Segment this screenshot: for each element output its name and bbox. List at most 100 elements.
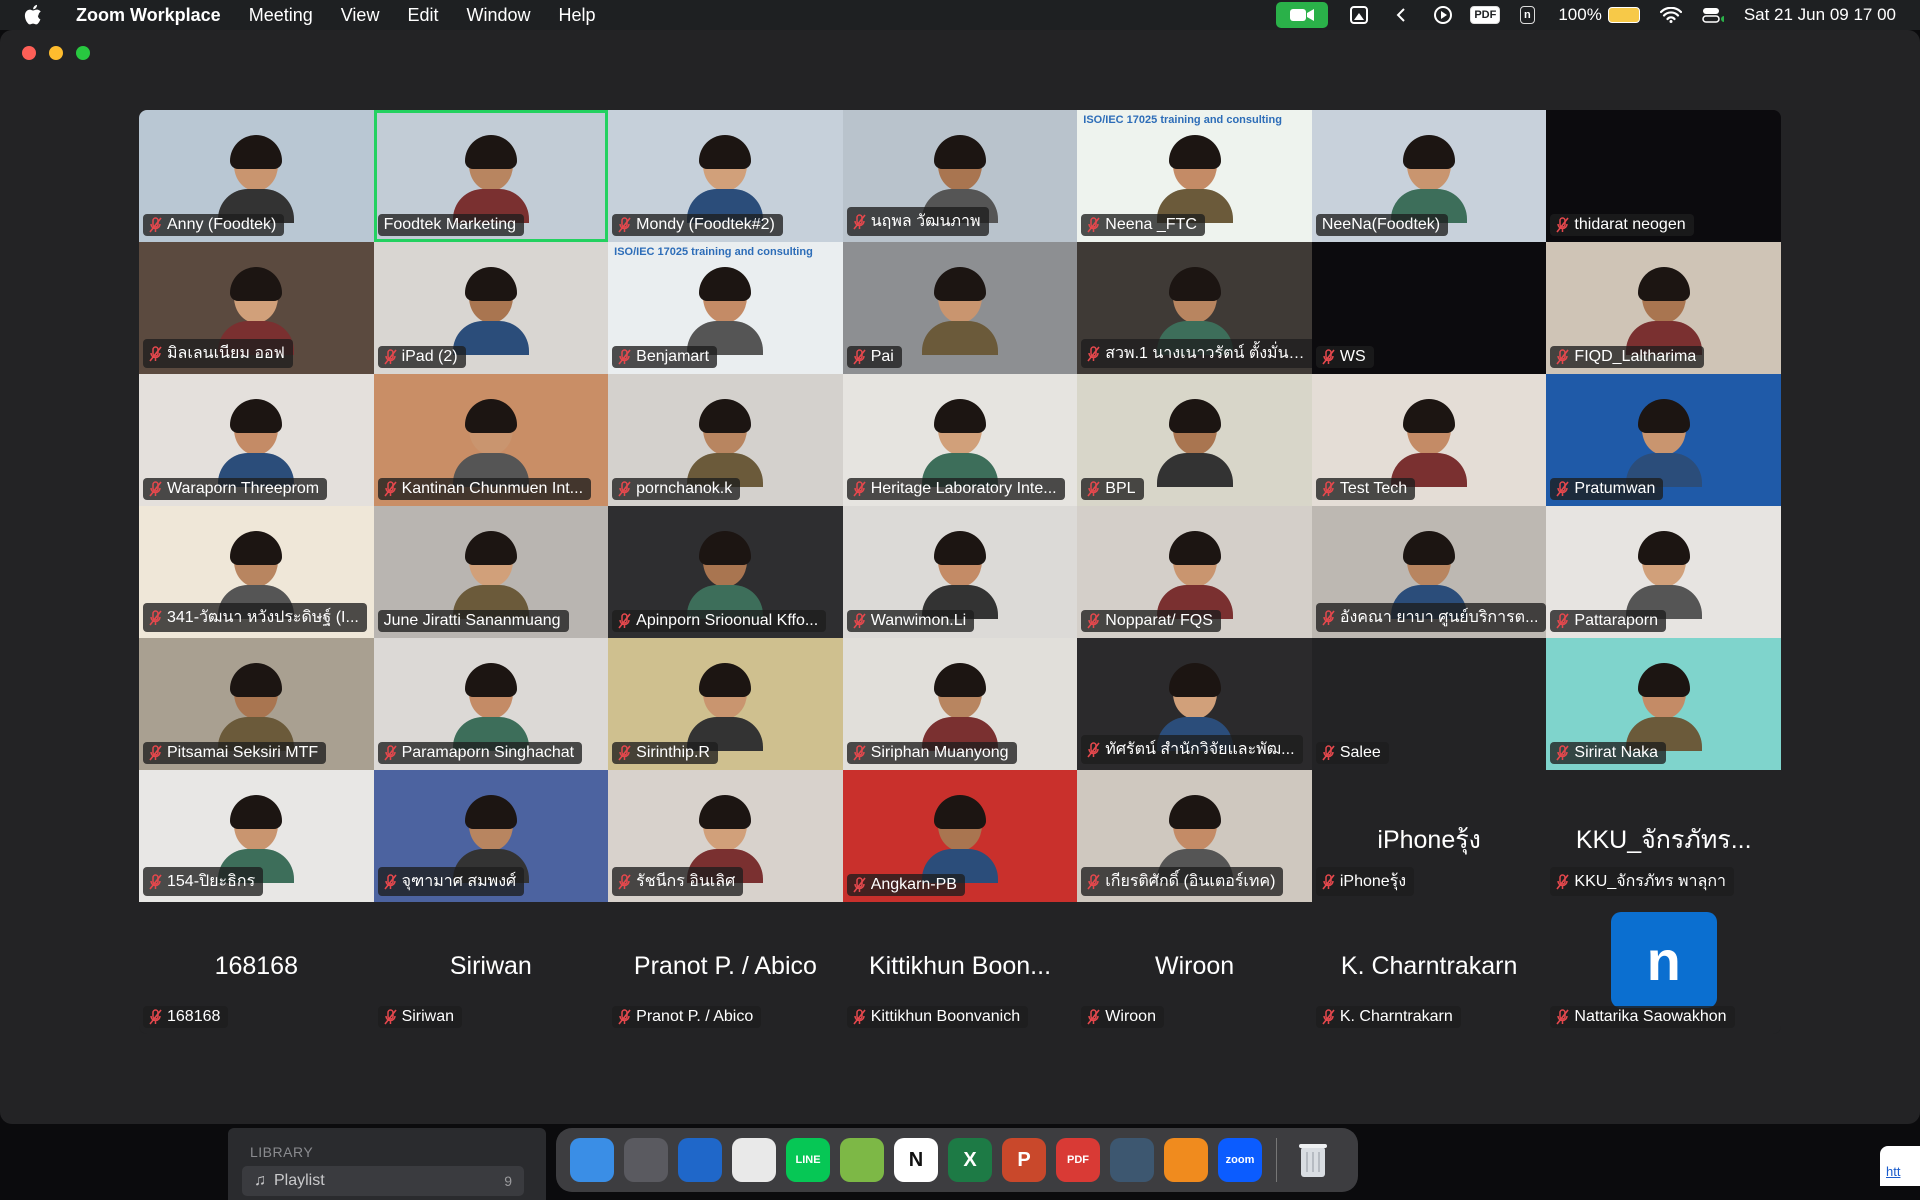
participant-tile[interactable]: เกียรติศักดิ์ (อินเตอร์เทค) <box>1077 770 1312 902</box>
participant-tile[interactable]: จุฑามาศ สมพงศ์ <box>373 770 609 902</box>
participant-tile[interactable]: Foodtek Marketing <box>373 110 609 242</box>
participant-tile[interactable]: K. Charntrakarn K. Charntrakarn <box>1311 902 1547 1034</box>
participant-tile[interactable]: รัชนีกร อินเลิศ <box>608 770 843 902</box>
thunderbird-icon[interactable] <box>678 1138 722 1182</box>
notion-icon[interactable]: N <box>894 1138 938 1182</box>
participant-tile[interactable]: Pitsamai Seksiri MTF <box>139 638 374 770</box>
clock[interactable]: Sat 21 Jun 09 17 00 <box>1744 5 1896 25</box>
participant-tile[interactable]: ทัศรัตน์ สำนักวิจัยและพัฒ... <box>1077 638 1312 770</box>
chrome-icon[interactable] <box>732 1138 776 1182</box>
participant-tile[interactable]: Kittikhun Boon... Kittikhun Boonvanich <box>842 902 1078 1034</box>
participant-name: Test Tech <box>1339 480 1408 497</box>
participant-video <box>1156 531 1233 620</box>
menu-meeting[interactable]: Meeting <box>249 5 313 26</box>
participant-tile[interactable]: iPhoneรุ้ง iPhoneรุ้ง <box>1311 770 1547 902</box>
participant-tile[interactable]: BPL <box>1077 374 1312 506</box>
participant-name: รัชนีกร อินเลิศ <box>636 873 736 890</box>
corner-link-text[interactable]: htt <box>1886 1164 1900 1179</box>
participant-tile[interactable]: Wiroon Wiroon <box>1077 902 1312 1034</box>
participant-name: 341-วัฒนา หวังประดิษฐ์ (I... <box>167 609 359 626</box>
participant-video <box>452 531 529 620</box>
trash-icon[interactable] <box>1291 1138 1335 1182</box>
participant-tile[interactable]: WS <box>1311 242 1547 374</box>
participant-tile[interactable]: iPad (2) <box>373 242 609 374</box>
mic-muted-icon <box>1322 481 1335 497</box>
battery-status[interactable]: 100% <box>1558 5 1640 25</box>
participant-tile[interactable]: 154-ปิยะธิกร <box>139 770 374 902</box>
participant-name-label: สวพ.1 นางเนาวรัตน์ ตั้งมั่นค... <box>1081 339 1312 368</box>
launchpad-icon[interactable] <box>624 1138 668 1182</box>
participant-tile[interactable]: Salee <box>1311 638 1547 770</box>
notion-menubar-icon[interactable]: n <box>1516 5 1538 25</box>
app-name[interactable]: Zoom Workplace <box>76 5 221 26</box>
participant-name-label: iPad (2) <box>377 346 466 368</box>
powerpoint-icon[interactable]: P <box>1002 1138 1046 1182</box>
pdf-icon[interactable]: PDF <box>1470 5 1501 25</box>
browser-corner[interactable]: htt <box>1880 1146 1920 1186</box>
draw-icon[interactable] <box>840 1138 884 1182</box>
menu-view[interactable]: View <box>341 5 380 26</box>
close-button[interactable] <box>22 46 36 60</box>
participant-tile[interactable]: 341-วัฒนา หวังประดิษฐ์ (I... <box>139 506 374 638</box>
chevron-left-icon[interactable] <box>1390 5 1412 25</box>
participant-tile[interactable]: ISO/IEC 17025 training and consulting Be… <box>608 242 843 374</box>
participant-name: สวพ.1 นางเนาวรัตน์ ตั้งมั่นค... <box>1105 345 1308 362</box>
participant-name: อังคณา ยาบา ศูนย์บริการต... <box>1339 609 1539 626</box>
participant-tile[interactable]: 168168 168168 <box>139 902 374 1034</box>
minimize-button[interactable] <box>49 46 63 60</box>
participant-tile[interactable]: ISO/IEC 17025 training and consulting Ne… <box>1077 110 1312 242</box>
finder-icon[interactable] <box>570 1138 614 1182</box>
pdf-expert-icon[interactable]: PDF <box>1056 1138 1100 1182</box>
menu-edit[interactable]: Edit <box>407 5 438 26</box>
participant-tile[interactable]: Kantinan Chunmuen Int... <box>373 374 609 506</box>
line-icon[interactable]: LINE <box>786 1138 830 1182</box>
apple-icon[interactable] <box>24 4 46 26</box>
participant-tile[interactable]: NeeNa(Foodtek) <box>1311 110 1547 242</box>
participant-tile[interactable]: Pai <box>842 242 1078 374</box>
participant-tile[interactable]: Siriphan Muanyong <box>842 638 1078 770</box>
participant-tile[interactable]: Sirirat Naka <box>1546 638 1781 770</box>
playlist-item[interactable]: ♫ Playlist 9 <box>242 1166 524 1196</box>
play-icon[interactable] <box>1432 5 1454 25</box>
music-library-panel: LIBRARY ♫ Playlist 9 <box>228 1128 546 1200</box>
participant-tile[interactable]: n Nattarika Saowakhon <box>1546 902 1781 1034</box>
participant-tile[interactable]: Pratumwan <box>1546 374 1781 506</box>
participant-tile[interactable]: Anny (Foodtek) <box>139 110 374 242</box>
participant-tile[interactable]: pornchanok.k <box>608 374 843 506</box>
vlc-icon[interactable] <box>1164 1138 1208 1182</box>
participant-tile[interactable]: นฤพล วัฒนภาพ <box>842 110 1078 242</box>
participant-tile[interactable]: Paramaporn Singhachat <box>373 638 609 770</box>
participant-tile[interactable]: Sirinthip.R <box>608 638 843 770</box>
participant-tile[interactable]: Siriwan Siriwan <box>373 902 609 1034</box>
participant-tile[interactable]: Test Tech <box>1311 374 1547 506</box>
participant-tile[interactable]: มิลเลนเนียม ออฟ <box>139 242 374 374</box>
participant-tile[interactable]: Nopparat/ FQS <box>1077 506 1312 638</box>
menu-window[interactable]: Window <box>466 5 530 26</box>
excel-icon[interactable]: X <box>948 1138 992 1182</box>
participant-tile[interactable]: อังคณา ยาบา ศูนย์บริการต... <box>1311 506 1547 638</box>
participant-tile[interactable]: KKU_จักรภัทร... KKU_จักรภัทร พาลุกา <box>1546 770 1781 902</box>
participant-tile[interactable]: Mondy (Foodtek#2) <box>608 110 843 242</box>
fullscreen-button[interactable] <box>76 46 90 60</box>
participant-tile[interactable]: Pranot P. / Abico Pranot P. / Abico <box>608 902 843 1034</box>
participant-tile[interactable]: Angkarn-PB <box>842 770 1078 902</box>
participant-name: NeeNa(Foodtek) <box>1321 216 1441 233</box>
quicktime-icon[interactable] <box>1110 1138 1154 1182</box>
control-center-icon[interactable] <box>1702 5 1724 25</box>
zoom-camera-icon[interactable] <box>1276 2 1329 28</box>
participant-name: Siriphan Muanyong <box>870 744 1009 761</box>
participant-tile[interactable]: Waraporn Threeprom <box>139 374 374 506</box>
participant-tile[interactable]: Wanwimon.Li <box>842 506 1078 638</box>
participant-tile[interactable]: Apinporn Srioonual Kffo... <box>608 506 843 638</box>
stage-icon[interactable] <box>1348 5 1370 25</box>
participant-tile[interactable]: สวพ.1 นางเนาวรัตน์ ตั้งมั่นค... <box>1077 242 1312 374</box>
participant-tile[interactable]: June Jiratti Sananmuang <box>373 506 609 638</box>
zoom-icon[interactable]: zoom <box>1218 1138 1262 1182</box>
participant-tile[interactable]: Heritage Laboratory Inte... <box>842 374 1078 506</box>
participant-tile[interactable]: Pattaraporn <box>1546 506 1781 638</box>
menu-help[interactable]: Help <box>559 5 596 26</box>
wifi-icon[interactable] <box>1659 5 1682 25</box>
participant-tile[interactable]: thidarat neogen <box>1546 110 1781 242</box>
menu-bar: Zoom Workplace Meeting View Edit Window … <box>0 0 1920 30</box>
participant-tile[interactable]: FIQD_Laltharima <box>1546 242 1781 374</box>
